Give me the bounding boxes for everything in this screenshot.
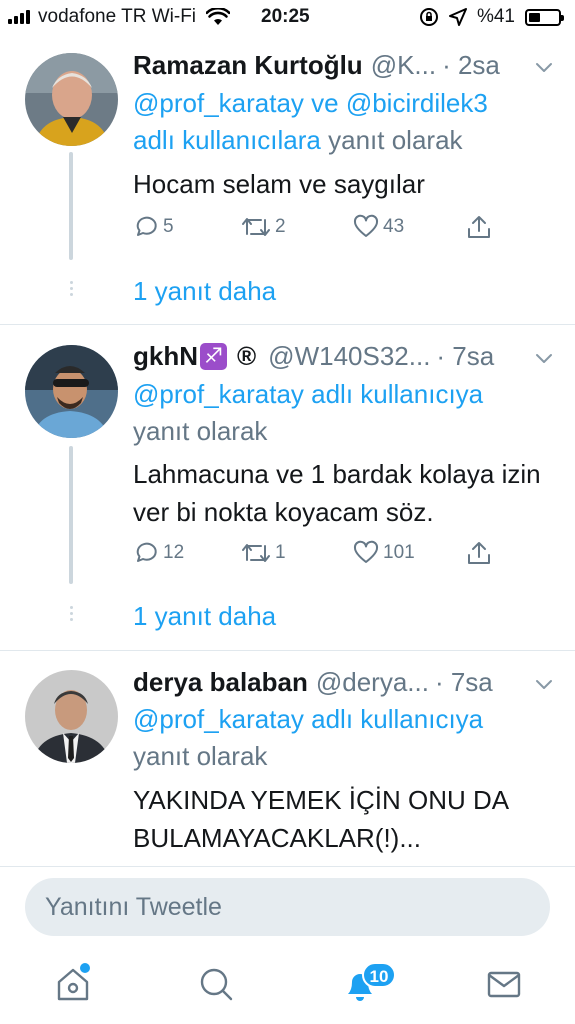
orientation-lock-icon (419, 8, 438, 26)
divider (0, 650, 575, 651)
tweet-text: Hocam selam ve saygılar (133, 169, 425, 199)
user-handle[interactable]: @derya... (316, 667, 429, 698)
retweet-button[interactable]: 2 (241, 214, 286, 240)
thread-dots (70, 281, 73, 296)
user-handle[interactable]: @W140S32... (268, 341, 430, 372)
tweet-text: Lahmacuna ve 1 bardak kolaya izin ver bi… (133, 459, 541, 527)
reply-count: 12 (163, 542, 185, 563)
reply-mentions[interactable]: @prof_karatay adlı kullanıcıya (133, 379, 483, 409)
retweet-count: 1 (275, 542, 286, 563)
heart-icon (353, 540, 379, 563)
reply-button[interactable]: 12 (133, 540, 184, 566)
heart-icon (353, 214, 379, 237)
chevron-down-icon[interactable] (535, 675, 553, 693)
tweet-header: Ramazan Kurtoğlu @K... · 2sa (133, 50, 500, 81)
battery-fill (529, 12, 541, 22)
like-count: 101 (383, 542, 415, 563)
tweet-text: YAKINDA YEMEK İÇİN ONU DA BULAMAYACAKLAR… (133, 785, 508, 853)
battery-icon (525, 8, 564, 26)
avatar[interactable] (25, 670, 118, 763)
messages-icon[interactable] (484, 964, 524, 1004)
reply-suffix: yanıt olarak (133, 741, 268, 771)
tweet-actions: 5 2 43 (133, 214, 503, 244)
reply-input[interactable] (25, 878, 550, 936)
display-name[interactable]: Ramazan Kurtoğlu (133, 50, 363, 81)
reply-icon (136, 542, 157, 562)
reply-mid[interactable]: adlı kullanıcılara (133, 125, 321, 155)
wifi-icon (206, 8, 231, 25)
reply-mentions[interactable]: @prof_karatay ve @bicirdilek3 (133, 88, 488, 118)
display-name[interactable]: derya balaban (133, 667, 308, 698)
like-count: 43 (383, 216, 405, 237)
retweet-button[interactable]: 1 (241, 540, 286, 566)
tweet-header: gkhN ♐ ® @W140S32... · 7sa (133, 341, 494, 372)
like-button[interactable]: 43 (353, 214, 404, 240)
battery-percent: %41 (476, 6, 515, 27)
status-left: vodafone TR Wi-Fi (8, 6, 231, 28)
sagittarius-emoji: ♐ (200, 343, 227, 370)
thread-line (69, 152, 73, 260)
tweet-actions: 12 1 101 (133, 540, 503, 570)
location-icon (448, 8, 467, 26)
avatar[interactable] (25, 53, 118, 146)
more-replies-link[interactable]: 1 yanıt daha (133, 601, 276, 632)
tweet-time: · 7sa (436, 341, 495, 371)
reply-mentions[interactable]: @prof_karatay adlı kullanıcıya (133, 704, 483, 734)
avatar[interactable] (25, 345, 118, 438)
share-icon (468, 542, 490, 564)
signal-icon (8, 10, 30, 24)
divider (0, 324, 575, 325)
reply-context: @prof_karatay adlı kullanıcıya yanıt ola… (133, 701, 553, 775)
reply-icon (136, 216, 157, 236)
tab-bar (0, 948, 575, 1024)
carrier-label: vodafone TR Wi-Fi (38, 6, 197, 27)
like-button[interactable]: 101 (353, 540, 415, 566)
share-button[interactable] (466, 214, 492, 240)
divider (0, 866, 575, 867)
reply-suffix: yanıt olarak (328, 125, 463, 155)
reply-count: 5 (163, 216, 174, 237)
reply-button[interactable]: 5 (133, 214, 174, 240)
chevron-down-icon[interactable] (535, 349, 553, 367)
more-replies-link[interactable]: 1 yanıt daha (133, 276, 276, 307)
reply-context: @prof_karatay ve @bicirdilek3 adlı kulla… (133, 85, 553, 159)
registered-mark: ® (237, 341, 257, 371)
display-name[interactable]: gkhN (133, 341, 198, 372)
retweet-count: 2 (275, 216, 286, 237)
tweet-time: · 7sa (434, 667, 493, 697)
status-time: 20:25 (261, 6, 310, 27)
chevron-down-icon[interactable] (535, 58, 553, 76)
tweet-header: derya balaban @derya... · 7sa (133, 667, 493, 698)
thread-line (69, 446, 73, 584)
reply-suffix: yanıt olarak (133, 416, 268, 446)
tweet-time: · 2sa (442, 50, 500, 80)
share-icon (468, 216, 490, 238)
status-bar: vodafone TR Wi-Fi 20:25 %41 (0, 0, 575, 34)
retweet-icon (242, 544, 270, 562)
reply-composer[interactable] (25, 878, 550, 936)
search-icon[interactable] (196, 964, 236, 1004)
notifications-badge: 10 (362, 962, 396, 988)
home-unread-dot (80, 963, 90, 973)
reply-context: @prof_karatay adlı kullanıcıya yanıt ola… (133, 376, 553, 450)
share-button[interactable] (466, 540, 492, 566)
user-handle[interactable]: @K... (371, 50, 436, 81)
thread-dots (70, 606, 73, 621)
status-right: %41 (419, 6, 564, 28)
retweet-icon (242, 218, 270, 236)
